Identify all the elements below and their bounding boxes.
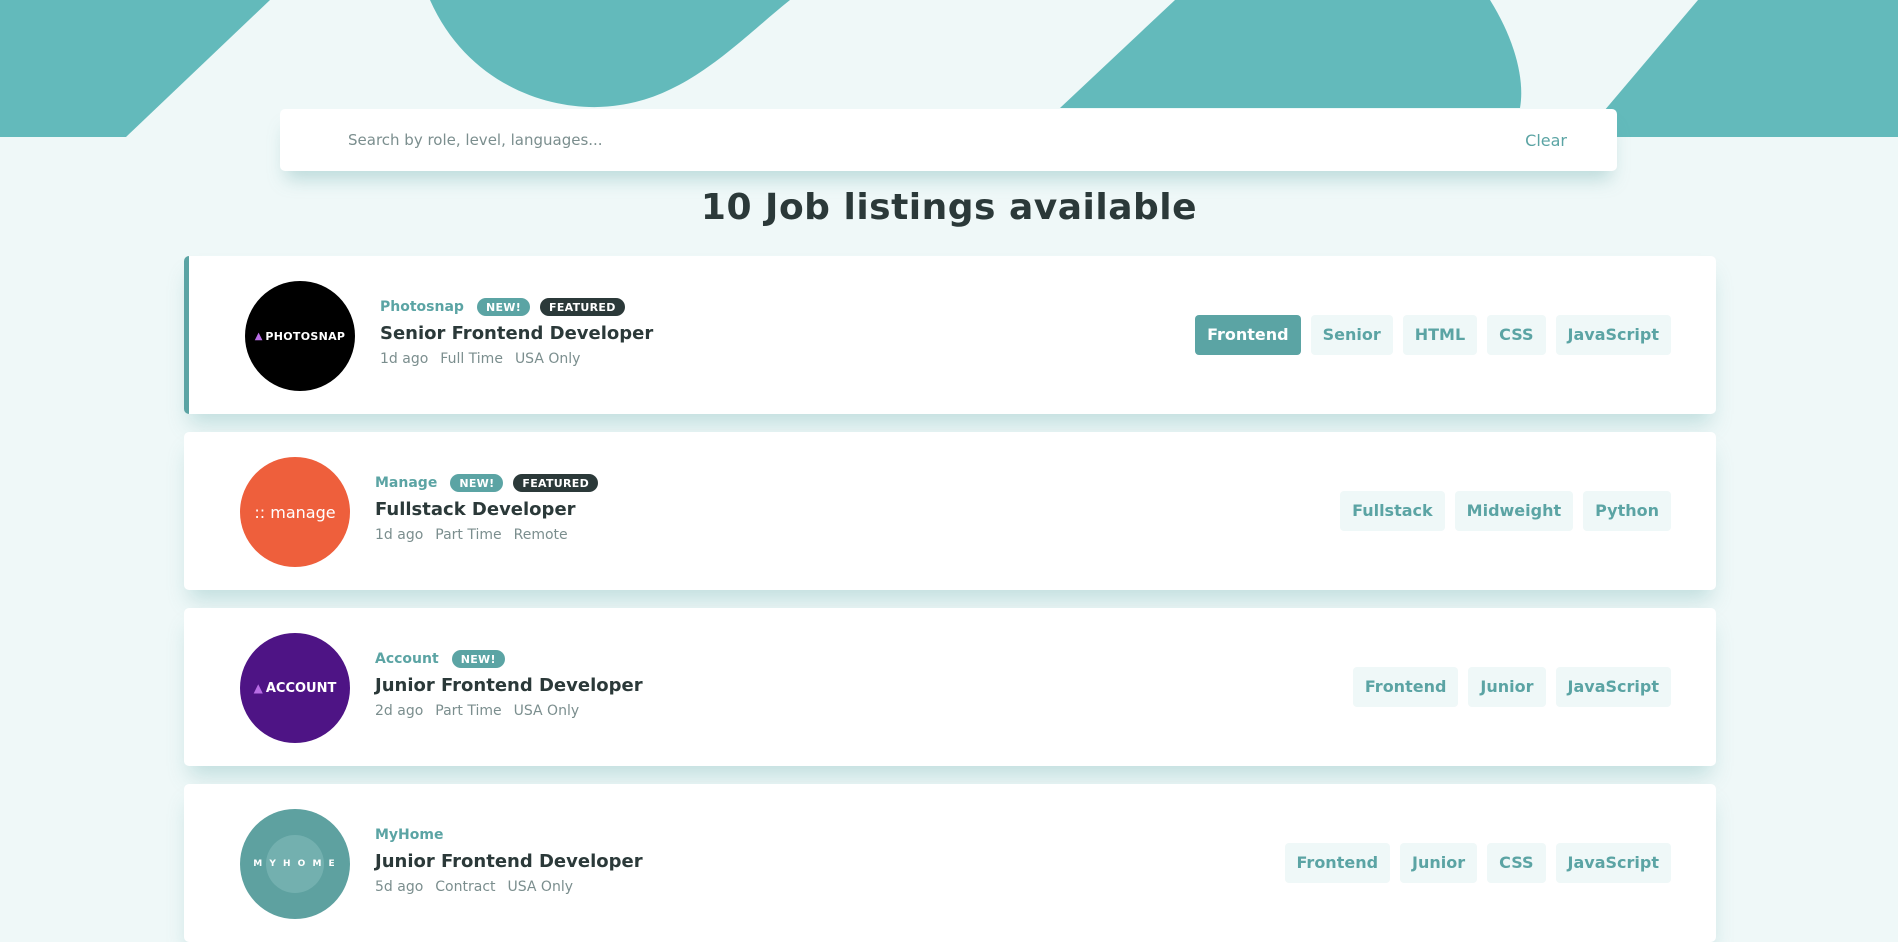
triangle-icon: ▲	[254, 330, 263, 342]
location: Remote	[513, 527, 568, 543]
posted-at: 1d ago	[380, 351, 429, 367]
logo-text: :: manage	[254, 502, 336, 522]
job-card-photosnap: ▲ PHOTOSNAP Photosnap NEW! FEATURED Seni…	[184, 256, 1716, 414]
tag-javascript[interactable]: JavaScript	[1555, 843, 1671, 883]
job-info: Manage NEW! FEATURED Fullstack Developer…	[375, 472, 608, 543]
job-meta: 2d ago Part Time USA Only	[375, 703, 643, 719]
new-badge: NEW!	[450, 474, 504, 492]
tag-list: Frontend Senior HTML CSS JavaScript	[1185, 315, 1671, 355]
tag-python[interactable]: Python	[1583, 491, 1671, 531]
tag-javascript[interactable]: JavaScript	[1555, 315, 1671, 355]
contract-type: Contract	[435, 879, 496, 895]
tag-junior[interactable]: Junior	[1400, 843, 1478, 883]
tag-html[interactable]: HTML	[1402, 315, 1478, 355]
logo-text: M Y H O M E	[253, 859, 337, 869]
tag-list: Fullstack Midweight Python	[1330, 491, 1671, 531]
job-info: Account NEW! Junior Frontend Developer 2…	[375, 648, 643, 719]
featured-badge: FEATURED	[513, 474, 599, 492]
tag-fullstack[interactable]: Fullstack	[1340, 491, 1445, 531]
job-meta: 1d ago Part Time Remote	[375, 527, 608, 543]
tag-junior[interactable]: Junior	[1468, 667, 1546, 707]
company-name[interactable]: Photosnap	[380, 299, 464, 315]
contract-type: Part Time	[435, 527, 502, 543]
location: USA Only	[513, 703, 580, 719]
job-info: MyHome Junior Frontend Developer 5d ago …	[375, 824, 643, 895]
search-bar: Clear	[280, 109, 1617, 171]
page-title: 10 Job listings available	[700, 187, 1198, 228]
company-name[interactable]: MyHome	[375, 827, 443, 843]
job-title[interactable]: Fullstack Developer	[375, 499, 608, 520]
job-info: Photosnap NEW! FEATURED Senior Frontend …	[380, 296, 653, 367]
contract-type: Part Time	[435, 703, 502, 719]
job-title[interactable]: Junior Frontend Developer	[375, 675, 643, 696]
company-logo-photosnap: ▲ PHOTOSNAP	[245, 281, 355, 391]
contract-type: Full Time	[440, 351, 503, 367]
posted-at: 5d ago	[375, 879, 424, 895]
tag-frontend[interactable]: Frontend	[1352, 667, 1459, 707]
job-title[interactable]: Junior Frontend Developer	[375, 851, 643, 872]
company-name[interactable]: Manage	[375, 475, 437, 491]
tag-senior[interactable]: Senior	[1310, 315, 1393, 355]
triangle-icon: ▲	[253, 681, 263, 695]
clear-button[interactable]: Clear	[1519, 130, 1573, 151]
job-card-myhome: M Y H O M E MyHome Junior Frontend Devel…	[184, 784, 1716, 942]
company-name[interactable]: Account	[375, 651, 439, 667]
job-card-account: ▲ ACCOUNT Account NEW! Junior Frontend D…	[184, 608, 1716, 766]
tag-list: Frontend Junior JavaScript	[1343, 667, 1671, 707]
tag-css[interactable]: CSS	[1487, 843, 1546, 883]
job-card-manage: :: manage Manage NEW! FEATURED Fullstack…	[184, 432, 1716, 590]
tag-javascript[interactable]: JavaScript	[1555, 667, 1671, 707]
job-meta: 1d ago Full Time USA Only	[380, 351, 653, 367]
company-logo-manage: :: manage	[240, 457, 350, 567]
company-logo-account: ▲ ACCOUNT	[240, 633, 350, 743]
location: USA Only	[507, 879, 574, 895]
tag-css[interactable]: CSS	[1487, 315, 1546, 355]
logo-text: ACCOUNT	[265, 680, 337, 696]
posted-at: 1d ago	[375, 527, 424, 543]
new-badge: NEW!	[476, 298, 531, 316]
company-logo-myhome: M Y H O M E	[240, 809, 350, 919]
logo-text: PHOTOSNAP	[265, 329, 346, 343]
posted-at: 2d ago	[375, 703, 424, 719]
tag-list: Frontend Junior CSS JavaScript	[1275, 843, 1671, 883]
tag-frontend[interactable]: Frontend	[1284, 843, 1391, 883]
new-badge: NEW!	[451, 650, 505, 668]
job-title[interactable]: Senior Frontend Developer	[380, 323, 653, 344]
job-meta: 5d ago Contract USA Only	[375, 879, 643, 895]
tag-frontend[interactable]: Frontend	[1195, 315, 1301, 355]
featured-badge: FEATURED	[540, 298, 625, 316]
location: USA Only	[514, 351, 581, 367]
search-input[interactable]	[346, 130, 1520, 150]
tag-midweight[interactable]: Midweight	[1454, 491, 1574, 531]
